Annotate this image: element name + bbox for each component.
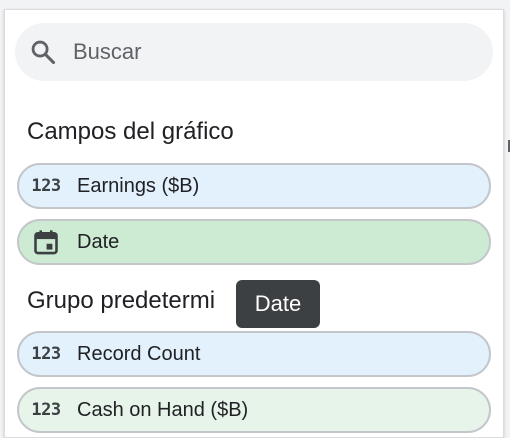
tooltip: Date	[236, 280, 320, 328]
calendar-icon	[29, 228, 63, 256]
search-icon	[29, 38, 57, 66]
field-chip-label: Cash on Hand ($B)	[77, 398, 249, 421]
field-chip-earnings[interactable]: 123 Earnings ($B)	[17, 163, 491, 209]
field-chip-date[interactable]: Date	[17, 219, 491, 265]
field-chip-label: Record Count	[77, 342, 201, 365]
field-picker-panel: Campos del gráfico 123 Earnings ($B) Dat…	[4, 9, 504, 438]
section-title-default-group: Grupo predetermi	[27, 287, 216, 314]
field-chip-label: Earnings ($B)	[77, 174, 200, 197]
number-123-icon: 123	[31, 344, 61, 364]
number-123-icon: 123	[31, 176, 61, 196]
number-123-icon: 123	[31, 400, 61, 420]
search-bar[interactable]	[15, 23, 493, 81]
field-chip-cash-on-hand[interactable]: 123 Cash on Hand ($B)	[17, 387, 491, 433]
field-chip-record-count[interactable]: 123 Record Count	[17, 331, 491, 377]
section-title-chart-fields: Campos del gráfico	[27, 118, 234, 145]
field-chip-label: Date	[77, 230, 120, 253]
search-input[interactable]	[71, 38, 435, 66]
